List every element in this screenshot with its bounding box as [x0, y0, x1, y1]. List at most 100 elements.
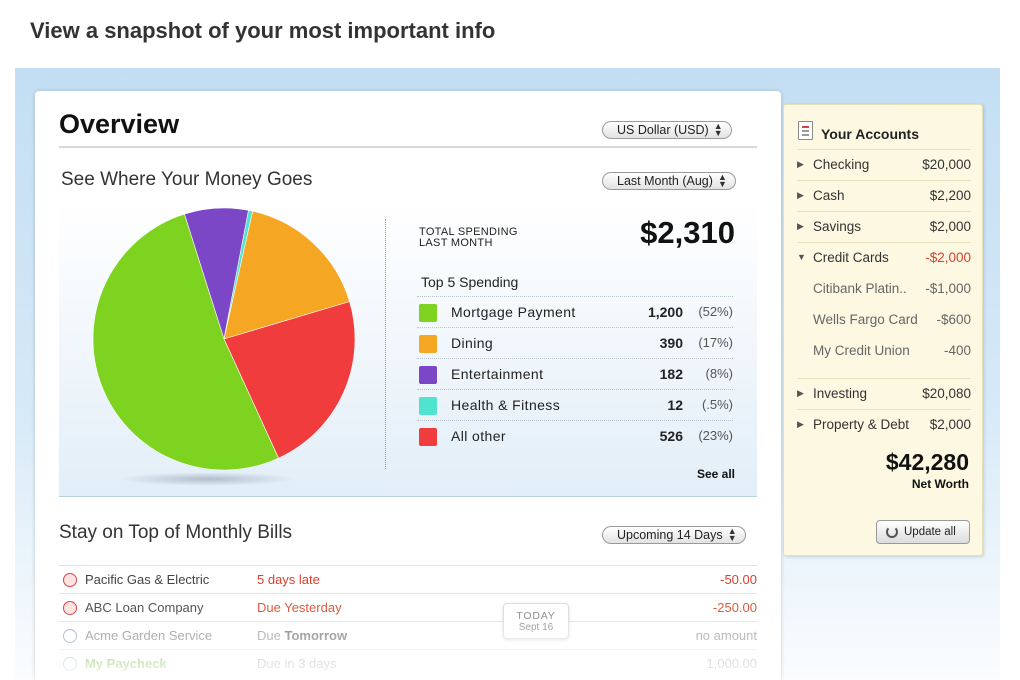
bill-status-day: Tomorrow — [284, 628, 348, 643]
spending-percent: (17%) — [698, 335, 733, 350]
bill-status-prefix: Due — [257, 628, 281, 643]
currency-select[interactable]: US Dollar (USD) ▲ ▼ — [602, 121, 732, 139]
account-name: Checking — [813, 157, 870, 172]
bills-range-select[interactable]: Upcoming 14 Days ▲ ▼ — [602, 526, 746, 544]
select-arrows-icon: ▲ ▼ — [713, 121, 723, 138]
spending-section: TOTAL SPENDING LAST MONTH $2,310 Top 5 S… — [59, 201, 757, 497]
bill-name: Pacific Gas & Electric — [85, 572, 210, 587]
total-spending-amount: $2,310 — [640, 215, 735, 250]
spending-row[interactable]: Health & Fitness 12 (.5%) — [417, 389, 733, 420]
spending-divider — [385, 219, 386, 469]
spending-percent: (23%) — [698, 428, 733, 443]
account-row-savings[interactable]: ▶ Savings $2,000 — [797, 211, 971, 242]
alert-clock-icon — [63, 573, 77, 587]
bill-amount: 1,000.00 — [706, 656, 757, 671]
total-spending-label: TOTAL SPENDING LAST MONTH — [419, 227, 518, 249]
color-swatch — [419, 304, 437, 322]
spending-value: 1,200 — [647, 304, 683, 320]
color-swatch — [419, 397, 437, 415]
today-label: TODAY — [516, 610, 556, 622]
spending-percent: (.5%) — [701, 397, 733, 412]
period-select-value: Last Month (Aug) — [617, 174, 713, 188]
total-label-line2: LAST MONTH — [419, 237, 493, 249]
update-all-label: Update all — [904, 526, 956, 538]
spending-value: 390 — [659, 335, 683, 351]
bill-row[interactable]: Acme Garden Service Due Tomorrow no amou… — [59, 621, 757, 649]
page-headline: View a snapshot of your most important i… — [30, 18, 496, 43]
bill-amount: no amount — [695, 628, 757, 643]
spending-value: 182 — [659, 366, 683, 382]
spending-row[interactable]: All other 526 (23%) — [417, 420, 733, 451]
bill-amount: -50.00 — [720, 572, 757, 587]
period-select[interactable]: Last Month (Aug) ▲ ▼ — [602, 172, 736, 190]
account-name: Savings — [813, 219, 862, 234]
account-row-checking[interactable]: ▶ Checking $20,000 — [797, 149, 971, 180]
account-value: -$600 — [936, 312, 971, 327]
account-row-property-debt[interactable]: ▶ Property & Debt $2,000 — [797, 409, 971, 440]
account-row-credit-cards[interactable]: ▼ Credit Cards -$2,000 — [797, 242, 971, 273]
color-swatch — [419, 428, 437, 446]
refresh-icon — [886, 526, 898, 538]
currency-select-value: US Dollar (USD) — [617, 123, 709, 137]
bill-name: Acme Garden Service — [85, 628, 213, 643]
net-worth-label: Net Worth — [911, 477, 969, 491]
collapse-arrow-icon: ▼ — [797, 252, 806, 262]
pie-shadow — [117, 472, 297, 486]
color-swatch — [419, 335, 437, 353]
accounts-title: Your Accounts — [821, 126, 920, 142]
expand-arrow-icon: ▶ — [797, 419, 804, 429]
bill-status: Due Tomorrow — [257, 628, 347, 643]
today-marker: TODAY Sept 16 — [503, 603, 569, 639]
spending-label: Dining — [451, 335, 494, 351]
bill-amount: -250.00 — [712, 600, 757, 615]
account-value: -400 — [943, 343, 971, 358]
spending-row[interactable]: Mortgage Payment 1,200 (52%) — [417, 296, 733, 327]
account-name: Wells Fargo Card — [813, 312, 918, 327]
spending-title: See Where Your Money Goes — [61, 169, 313, 190]
account-value: $20,000 — [922, 157, 971, 172]
account-name: My Credit Union — [813, 343, 910, 358]
account-row-citibank[interactable]: Citibank Platin.. -$1,000 — [797, 273, 971, 304]
account-row-wells-fargo[interactable]: Wells Fargo Card -$600 — [797, 304, 971, 335]
bill-row[interactable]: My Paycheck Due in 3 days 1,000.00 — [59, 649, 757, 677]
bill-name: ABC Loan Company — [85, 600, 204, 615]
select-arrows-icon: ▲ ▼ — [717, 172, 727, 189]
spending-label: Health & Fitness — [451, 397, 561, 413]
spending-row[interactable]: Entertainment 182 (8%) — [417, 358, 733, 389]
expand-arrow-icon: ▶ — [797, 190, 804, 200]
account-name: Citibank Platin.. — [813, 281, 907, 296]
select-arrows-icon: ▲ ▼ — [727, 526, 737, 543]
bill-row[interactable]: ABC Loan Company Due Yesterday -250.00 — [59, 593, 757, 621]
document-icon — [798, 121, 813, 140]
spending-label: Mortgage Payment — [451, 304, 576, 320]
clock-icon — [63, 629, 77, 643]
see-all-link[interactable]: See all — [697, 467, 735, 481]
account-value: -$1,000 — [925, 281, 971, 296]
account-row-cash[interactable]: ▶ Cash $2,200 — [797, 180, 971, 211]
account-value: -$2,000 — [925, 250, 971, 265]
account-row-investing[interactable]: ▶ Investing $20,080 — [797, 378, 971, 409]
top-spending-title: Top 5 Spending — [421, 274, 519, 290]
spending-pie-chart — [92, 207, 356, 471]
overview-panel: Overview US Dollar (USD) ▲ ▼ See Where Yo… — [35, 91, 781, 680]
spending-label: Entertainment — [451, 366, 544, 382]
account-name: Cash — [813, 188, 845, 203]
bills-range-value: Upcoming 14 Days — [617, 528, 723, 542]
bill-status: Due Yesterday — [257, 600, 342, 615]
account-value: $2,000 — [929, 417, 971, 432]
spending-value: 526 — [659, 428, 683, 444]
bill-status: 5 days late — [257, 572, 320, 587]
spending-row[interactable]: Dining 390 (17%) — [417, 327, 733, 358]
spending-value: 12 — [667, 397, 683, 413]
bill-row[interactable]: Pacific Gas & Electric 5 days late -50.0… — [59, 565, 757, 593]
account-value: $20,080 — [922, 386, 971, 401]
clock-icon — [63, 657, 77, 671]
today-date: Sept 16 — [518, 622, 554, 633]
account-value: $2,000 — [929, 219, 971, 234]
account-row-credit-union[interactable]: My Credit Union -400 — [797, 335, 971, 366]
net-worth-amount: $42,280 — [885, 449, 969, 475]
account-value: $2,200 — [929, 188, 971, 203]
overview-title: Overview — [59, 109, 180, 139]
expand-arrow-icon: ▶ — [797, 159, 804, 169]
update-all-button[interactable]: Update all — [876, 520, 970, 544]
